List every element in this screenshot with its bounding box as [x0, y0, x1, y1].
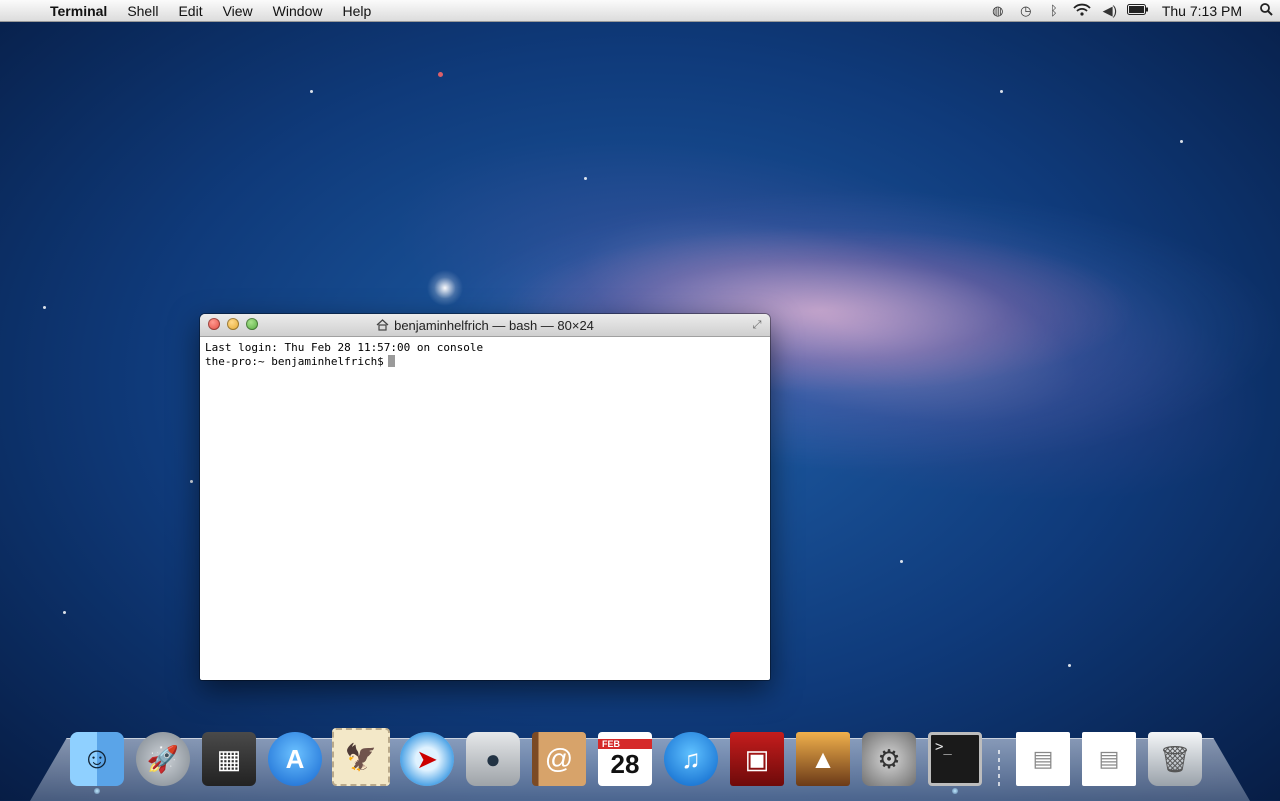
window-controls — [208, 318, 258, 330]
app-store-icon: A — [268, 732, 322, 786]
dock-terminal[interactable]: >_ — [926, 724, 984, 794]
itunes-icon: ♫ — [664, 732, 718, 786]
wallpaper-star — [190, 480, 193, 483]
dock-system-preferences[interactable]: ⚙ — [860, 724, 918, 786]
terminal-prompt-line: the-pro:~ benjaminhelfrich$ — [205, 355, 765, 369]
dock-photo-booth[interactable]: ▣ — [728, 724, 786, 786]
menu-app-name[interactable]: Terminal — [40, 0, 117, 22]
close-button[interactable] — [208, 318, 220, 330]
address-book-icon: @ — [532, 732, 586, 786]
terminal-icon: >_ — [928, 732, 982, 786]
minimize-button[interactable] — [227, 318, 239, 330]
wallpaper-star — [1180, 140, 1183, 143]
wallpaper-star — [438, 72, 443, 77]
dock-separator[interactable] — [992, 724, 1006, 790]
running-indicator — [952, 788, 958, 794]
gear-icon: ⚙ — [862, 732, 916, 786]
wallpaper-star — [1000, 90, 1003, 93]
wallpaper-star — [63, 611, 66, 614]
terminal-content[interactable]: Last login: Thu Feb 28 11:57:00 on conso… — [200, 337, 770, 373]
text-cursor — [387, 355, 395, 367]
dock: ☺ 🚀 ▦ A 🦅 ➤ ● @ FEB 28 ♫ ▣ ▲ ⚙ >_ ▤ ▤ 🗑 — [68, 716, 1212, 794]
history-icon[interactable]: ◷ — [1012, 3, 1040, 19]
finder-icon: ☺ — [70, 732, 124, 786]
bluetooth-icon[interactable]: ᛒ — [1040, 3, 1068, 18]
menu-shell[interactable]: Shell — [117, 0, 168, 22]
terminal-window[interactable]: benjaminhelfrich — bash — 80×24 ⤢ Last l… — [200, 314, 770, 680]
window-titlebar[interactable]: benjaminhelfrich — bash — 80×24 ⤢ — [200, 314, 770, 337]
dock-facetime[interactable]: ● — [464, 724, 522, 786]
time-machine-icon[interactable]: ◍ — [984, 3, 1012, 19]
terminal-prompt: the-pro:~ benjaminhelfrich$ — [205, 355, 384, 368]
dock-safari[interactable]: ➤ — [398, 724, 456, 786]
dock-launchpad[interactable]: 🚀 — [134, 724, 192, 786]
fullscreen-icon[interactable]: ⤢ — [750, 318, 764, 332]
facetime-icon: ● — [466, 732, 520, 786]
window-title-group: benjaminhelfrich — bash — 80×24 — [376, 318, 594, 333]
zoom-button[interactable] — [246, 318, 258, 330]
dock-app-store[interactable]: A — [266, 724, 324, 786]
dock-downloads-stack[interactable]: ▤ — [1080, 724, 1138, 786]
mission-control-icon: ▦ — [202, 732, 256, 786]
wallpaper-star — [1068, 664, 1071, 667]
running-indicator — [94, 788, 100, 794]
spotlight-icon[interactable] — [1252, 2, 1280, 19]
menu-help[interactable]: Help — [332, 0, 381, 22]
terminal-line: Last login: Thu Feb 28 11:57:00 on conso… — [205, 341, 484, 354]
safari-icon: ➤ — [400, 732, 454, 786]
trash-icon: 🗑 — [1148, 732, 1202, 786]
menu-edit[interactable]: Edit — [168, 0, 212, 22]
wallpaper-star — [584, 177, 587, 180]
dock-itunes[interactable]: ♫ — [662, 724, 720, 786]
mail-icon: 🦅 — [332, 728, 390, 786]
window-title: benjaminhelfrich — bash — 80×24 — [394, 317, 594, 333]
wallpaper-star — [900, 560, 903, 563]
calendar-month: FEB — [598, 738, 652, 749]
iphoto-icon: ▲ — [796, 732, 850, 786]
menu-view[interactable]: View — [213, 0, 263, 22]
calendar-icon: FEB 28 — [598, 732, 652, 786]
dock-finder[interactable]: ☺ — [68, 724, 126, 794]
home-icon — [376, 319, 389, 331]
dock-iphoto[interactable]: ▲ — [794, 724, 852, 786]
dock-calendar[interactable]: FEB 28 — [596, 724, 654, 786]
dock-trash[interactable]: 🗑 — [1146, 724, 1204, 786]
wallpaper-star — [310, 90, 313, 93]
calendar-day: 28 — [610, 748, 640, 779]
wallpaper-star — [43, 306, 46, 309]
dock-address-book[interactable]: @ — [530, 724, 588, 786]
dock-documents-stack[interactable]: ▤ — [1014, 724, 1072, 786]
menu-clock[interactable]: Thu 7:13 PM — [1152, 3, 1252, 19]
menu-extras: ◍ ◷ ᛒ ◀) Thu 7:13 PM — [984, 0, 1280, 22]
dock-mail[interactable]: 🦅 — [332, 724, 390, 786]
battery-icon[interactable] — [1124, 3, 1152, 18]
photo-booth-icon: ▣ — [730, 732, 784, 786]
wifi-icon[interactable] — [1068, 3, 1096, 19]
volume-icon[interactable]: ◀) — [1096, 3, 1124, 19]
menu-window[interactable]: Window — [263, 0, 333, 22]
menu-bar: Terminal Shell Edit View Window Help ◍ ◷… — [0, 0, 1280, 22]
document-icon: ▤ — [1082, 732, 1136, 786]
dock-mission-control[interactable]: ▦ — [200, 724, 258, 786]
launchpad-icon: 🚀 — [136, 732, 190, 786]
document-icon: ▤ — [1016, 732, 1070, 786]
